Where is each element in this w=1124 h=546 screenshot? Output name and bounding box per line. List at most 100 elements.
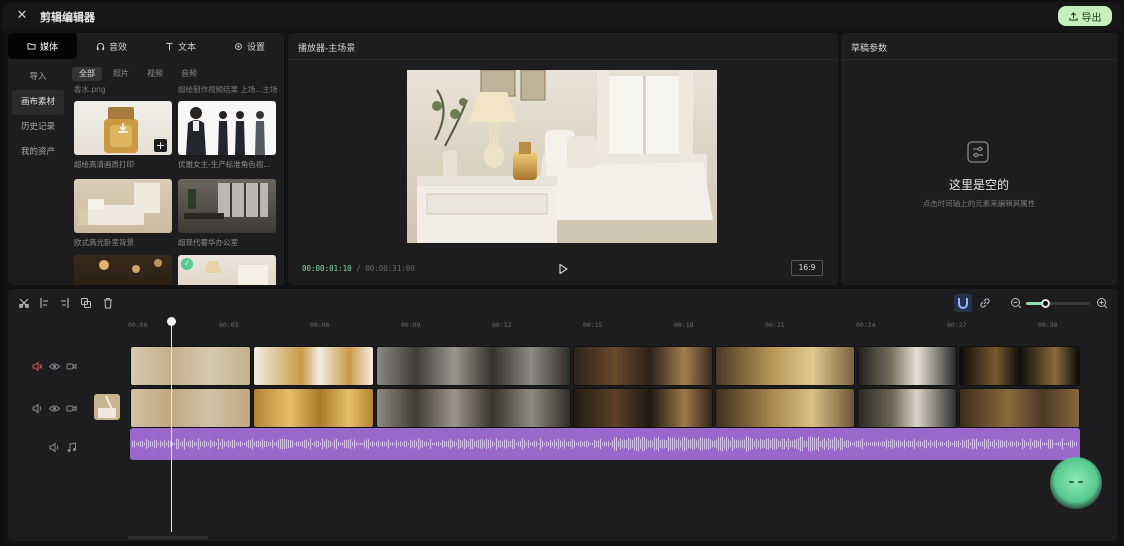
audio-icon[interactable] xyxy=(32,402,43,414)
playhead-handle[interactable] xyxy=(167,317,176,326)
tick-label: 00:06 xyxy=(310,321,330,329)
audio-muted-icon[interactable] xyxy=(32,360,43,372)
office-image xyxy=(184,183,268,219)
media-item-label: 香水.png xyxy=(74,85,106,94)
timeline-scrollbar[interactable] xyxy=(128,536,208,539)
editor-app: ✕ 剪辑编辑器 导出 媒体 音效 文本 设置 导入 画布素材 历史记录 我的资产… xyxy=(2,2,1122,544)
video-clip[interactable] xyxy=(253,388,374,428)
magnet-icon xyxy=(958,298,968,309)
aspect-ratio-button[interactable]: 16:9 xyxy=(791,260,823,276)
video-clip[interactable] xyxy=(253,346,374,386)
bedroom-image xyxy=(78,183,160,225)
download-icon[interactable] xyxy=(116,121,130,135)
trim-left-icon[interactable] xyxy=(38,297,50,309)
tab-settings[interactable]: 设置 xyxy=(215,33,284,59)
audio-icon[interactable] xyxy=(49,441,60,453)
export-label: 导出 xyxy=(1081,12,1102,24)
video-clip[interactable] xyxy=(376,346,571,386)
draft-title: 草稿参数 xyxy=(851,44,888,54)
video-preview[interactable] xyxy=(407,70,717,243)
cover-image xyxy=(94,394,120,420)
media-item-character[interactable] xyxy=(178,101,276,155)
eye-icon[interactable] xyxy=(49,403,60,414)
tick-label: 00:18 xyxy=(674,321,694,329)
video-clip[interactable] xyxy=(857,388,957,428)
video-clip[interactable] xyxy=(130,346,251,386)
split-icon[interactable] xyxy=(18,297,30,309)
track-cover-thumbnail[interactable] xyxy=(94,394,120,420)
preview-frame xyxy=(407,70,717,243)
media-item-perfume[interactable]: + xyxy=(74,101,172,155)
time-separator: / xyxy=(356,264,361,273)
video-clip[interactable] xyxy=(715,388,855,428)
tick-label: 00:21 xyxy=(765,321,785,329)
link-icon[interactable] xyxy=(979,297,991,309)
text-icon xyxy=(166,42,173,50)
filter-audio[interactable]: 音频 xyxy=(174,67,204,81)
export-button[interactable]: 导出 xyxy=(1058,6,1112,26)
delete-icon[interactable] xyxy=(102,297,114,309)
playhead-line[interactable] xyxy=(171,320,172,532)
zoom-slider[interactable] xyxy=(1026,299,1090,308)
tab-text[interactable]: 文本 xyxy=(146,33,215,59)
add-icon[interactable]: + xyxy=(154,139,167,152)
character-image xyxy=(186,107,265,155)
tick-label: 00:12 xyxy=(492,321,512,329)
media-item-label: 欧式高光卧室背景 xyxy=(74,238,134,247)
tab-sound[interactable]: 音效 xyxy=(77,33,146,59)
video-camera-icon[interactable] xyxy=(66,361,77,372)
media-grid: 香水.png 超绘制作视频结果 上场...主场 + 超绘高清画质打印 优雅女主-… xyxy=(72,83,278,285)
total-time: 00:00:31:09 xyxy=(365,264,415,273)
video-clip[interactable] xyxy=(857,346,957,386)
side-item-my-assets[interactable]: 我的资产 xyxy=(8,140,68,165)
check-icon: ✓ xyxy=(181,258,193,270)
tab-sound-label: 音效 xyxy=(108,42,127,53)
tab-media[interactable]: 媒体 xyxy=(8,33,77,59)
media-item-bedroom[interactable] xyxy=(74,179,172,233)
audio-waveform xyxy=(132,436,1077,452)
filter-video[interactable]: 视频 xyxy=(140,67,170,81)
eye-icon[interactable] xyxy=(49,361,60,372)
media-panel: 媒体 音效 文本 设置 导入 画布素材 历史记录 我的资产 全部 照片 视频 音… xyxy=(8,33,284,285)
tick-label: 00:03 xyxy=(219,321,239,329)
empty-state-description: 点击时间轴上的元素来编辑其属性 xyxy=(922,199,1036,208)
bedroom-lamp-image xyxy=(204,261,268,285)
time-ruler[interactable]: 00:00 00:03 00:06 00:09 00:12 00:15 00:1… xyxy=(128,319,1088,333)
assistant-face-icon xyxy=(1069,481,1083,483)
assistant-button[interactable] xyxy=(1050,457,1102,509)
side-item-history[interactable]: 历史记录 xyxy=(8,115,68,140)
video-clip[interactable] xyxy=(573,346,713,386)
media-item-office[interactable] xyxy=(178,179,276,233)
zoom-in-icon[interactable] xyxy=(1096,297,1108,309)
video-camera-icon[interactable] xyxy=(66,403,77,414)
zoom-slider-handle[interactable] xyxy=(1041,299,1051,308)
media-item-selected[interactable]: ✓ xyxy=(178,255,276,285)
tab-settings-label: 设置 xyxy=(246,42,265,53)
media-item-lounge[interactable] xyxy=(74,255,172,285)
video-clip[interactable] xyxy=(959,388,1080,428)
video-clip[interactable] xyxy=(376,388,571,428)
filter-photo[interactable]: 照片 xyxy=(106,67,136,81)
tick-label: 00:30 xyxy=(1038,321,1058,329)
audio-clip[interactable] xyxy=(130,428,1080,460)
video-clip[interactable] xyxy=(715,346,855,386)
play-icon[interactable] xyxy=(556,262,570,276)
copy-icon[interactable] xyxy=(80,297,92,309)
zoom-out-icon[interactable] xyxy=(1010,297,1022,309)
video-clip[interactable] xyxy=(959,346,1080,386)
tab-media-label: 媒体 xyxy=(39,42,58,53)
side-item-canvas-assets[interactable]: 画布素材 xyxy=(12,90,64,115)
side-item-import[interactable]: 导入 xyxy=(8,65,68,90)
magnet-snap-button[interactable] xyxy=(954,294,972,312)
close-icon[interactable]: ✕ xyxy=(14,8,30,24)
filter-all[interactable]: 全部 xyxy=(72,67,102,81)
lounge-image xyxy=(99,259,162,273)
folder-icon xyxy=(27,43,36,50)
music-note-icon[interactable] xyxy=(66,441,77,453)
video-clip[interactable] xyxy=(130,388,251,428)
upload-icon xyxy=(1068,11,1078,21)
media-tabs: 媒体 音效 文本 设置 xyxy=(8,33,284,59)
player-panel: 播放器-主场景 00:00:01:10 / 00:00:31:09 16:9 xyxy=(288,33,838,285)
video-clip[interactable] xyxy=(573,388,713,428)
trim-right-icon[interactable] xyxy=(59,297,71,309)
